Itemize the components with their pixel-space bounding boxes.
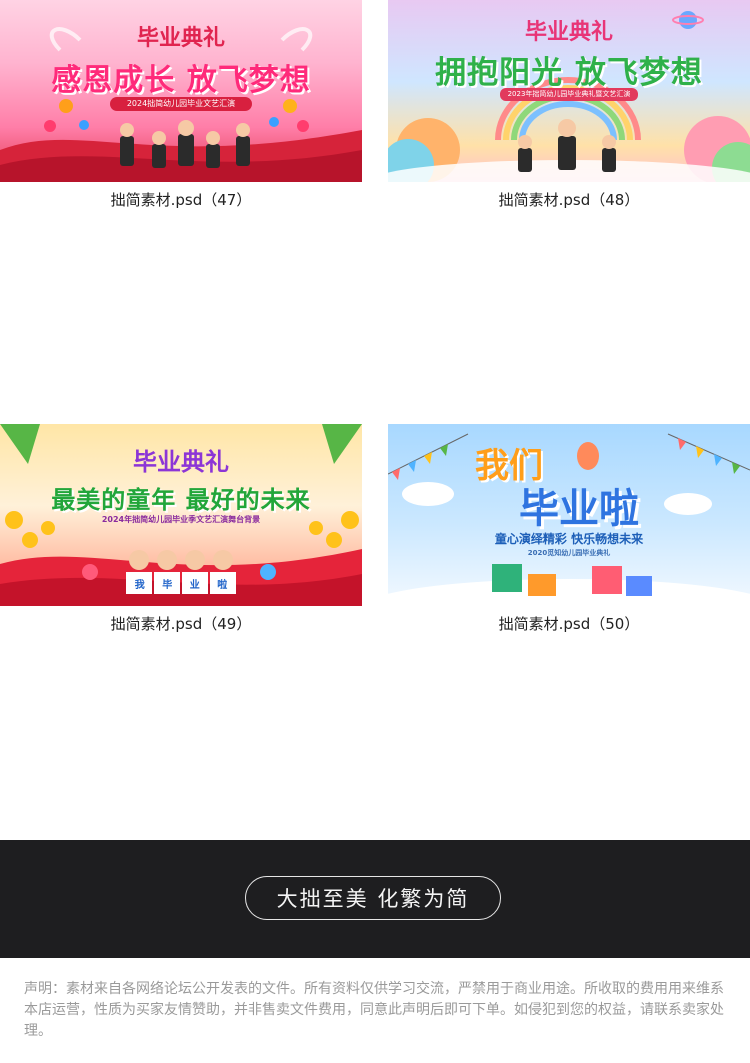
sign-char: 业	[189, 580, 200, 591]
template-thumbnail-49[interactable]: 毕业典礼 最美的童年 最好的未来 2024年拙简幼儿园毕业季文艺汇演舞台背景 我…	[0, 424, 362, 606]
banner-subtitle: 童心演绎精彩 快乐畅想未来	[494, 532, 644, 546]
sign-char: 毕	[162, 580, 173, 591]
template-thumbnail-48[interactable]: 毕业典礼 拥抱阳光 放飞梦想 2023年拙简幼儿园毕业典礼暨文艺汇演	[388, 0, 750, 182]
sign-char: 啦	[217, 580, 228, 591]
banner-headline: 最美的童年 最好的未来	[51, 486, 311, 514]
banner-badge: 毕业典礼	[524, 20, 613, 45]
banner-subtitle: 2024年拙简幼儿园毕业季文艺汇演舞台背景	[101, 515, 261, 524]
banner-headline: 拥抱阳光 放飞梦想	[435, 55, 703, 91]
template-thumbnail-50[interactable]: 我们 毕业啦 童心演绎精彩 快乐畅想未来 2020觅知幼儿园毕业典礼	[388, 424, 750, 606]
banner-headline: 感恩成长 放飞梦想	[51, 63, 311, 98]
sign-cards: 我 毕 业 啦	[126, 576, 236, 591]
banner-badge: 毕业典礼	[136, 26, 225, 51]
disclaimer-text: 声明：素材来自各网络论坛公开发表的文件。所有资料仅供学习交流，严禁用于商业用途。…	[24, 981, 724, 1039]
banner-subtitle: 2024拙简幼儿园毕业文艺汇演	[110, 97, 252, 111]
banner-small-text: 2020觅知幼儿园毕业典礼	[527, 549, 611, 557]
thumbnail-caption[interactable]: 拙简素材.psd（47）	[0, 190, 362, 210]
thumbnail-caption[interactable]: 拙简素材.psd（48）	[388, 190, 750, 210]
banner-subtitle: 2023年拙简幼儿园毕业典礼暨文艺汇演	[500, 88, 638, 101]
thumbnail-caption[interactable]: 拙简素材.psd（49）	[0, 614, 362, 634]
slogan-button[interactable]: 大拙至美 化繁为简	[245, 876, 501, 920]
template-thumbnail-47[interactable]: 毕业典礼 感恩成长 放飞梦想 2024拙简幼儿园毕业文艺汇演	[0, 0, 362, 182]
banner-headline-line2: 毕业啦	[519, 486, 639, 532]
thumbnail-caption[interactable]: 拙简素材.psd（50）	[388, 614, 750, 634]
banner-badge: 毕业典礼	[133, 448, 229, 476]
sign-char: 我	[134, 580, 145, 591]
